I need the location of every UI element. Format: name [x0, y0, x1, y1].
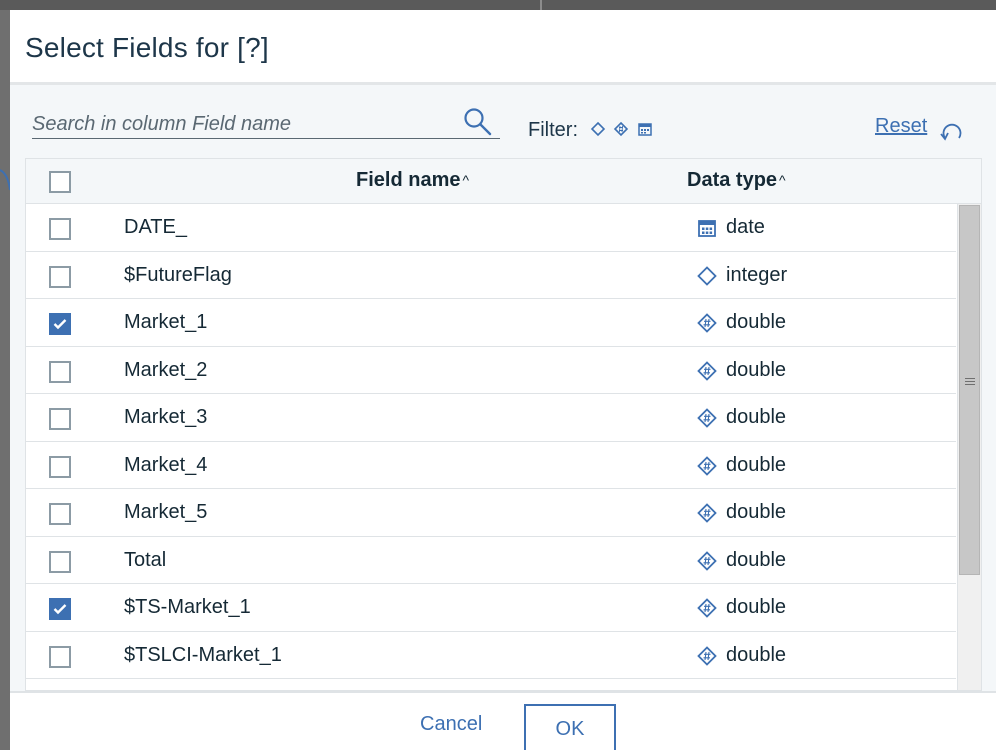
- date-filter-icon[interactable]: [637, 121, 653, 137]
- column-header-field-name-label: Field name: [356, 169, 461, 191]
- search-icon[interactable]: [462, 107, 494, 137]
- row-checkbox[interactable]: [49, 503, 71, 525]
- filter-label: Filter:: [528, 119, 578, 141]
- scrollbar-thumb[interactable]: [959, 205, 980, 575]
- reset-icon[interactable]: [939, 119, 965, 143]
- table-row[interactable]: $TSLCI-Market_1 double: [26, 631, 956, 679]
- select-all-checkbox[interactable]: [49, 171, 71, 193]
- data-type-cell: double: [726, 358, 787, 381]
- double-type-icon: [697, 455, 717, 476]
- data-type-cell: double: [726, 501, 787, 523]
- sort-ascending-icon: ^: [779, 172, 786, 188]
- background-app: [0, 0, 996, 10]
- double-type-icon: [697, 360, 717, 381]
- table-row[interactable]: Market_5 double: [26, 489, 956, 537]
- double-type-icon: [697, 313, 717, 333]
- cancel-button[interactable]: Cancel: [420, 713, 482, 736]
- table-row[interactable]: $FutureFlag integer: [26, 251, 956, 299]
- data-type-cell: double: [726, 643, 787, 666]
- double-type-icon: [697, 503, 717, 523]
- dialog-footer: Cancel OK: [10, 693, 996, 750]
- select-fields-dialog: Select Fields for [?] Filter: Reset: [10, 10, 996, 750]
- search-input[interactable]: [32, 111, 452, 137]
- row-checkbox[interactable]: [49, 645, 71, 668]
- data-type-cell: double: [726, 548, 787, 571]
- row-checkbox[interactable]: [49, 218, 71, 240]
- background-divider: [540, 0, 542, 10]
- vertical-scrollbar[interactable]: [957, 204, 981, 690]
- field-name-cell: Market_4: [124, 453, 208, 476]
- fields-table: Field name ^ Data type ^ DATE_ date $FutureF…: [25, 158, 982, 691]
- data-type-cell: integer: [726, 263, 788, 286]
- data-type-cell: double: [726, 311, 787, 333]
- field-name-cell: $TS-Market_1: [124, 596, 251, 618]
- field-name-cell: Total: [124, 548, 167, 571]
- integer-type-icon: [697, 265, 717, 286]
- column-header-data-type[interactable]: Data type ^: [687, 169, 786, 192]
- sort-ascending-icon: ^: [462, 172, 470, 188]
- field-name-cell: Market_3: [124, 406, 208, 428]
- data-type-cell: date: [726, 216, 765, 238]
- table-row[interactable]: Market_2 double: [26, 346, 956, 394]
- row-checkbox[interactable]: [49, 598, 71, 620]
- table-header: Field name ^ Data type ^: [26, 159, 981, 204]
- table-row[interactable]: Market_3 double: [26, 394, 956, 442]
- field-name-cell: $FutureFlag: [124, 263, 232, 286]
- table-row[interactable]: Market_1 double: [26, 299, 956, 347]
- double-type-icon: [697, 598, 717, 618]
- field-name-cell: Market_5: [124, 501, 208, 523]
- dialog-title: Select Fields for [?]: [25, 32, 269, 63]
- data-type-cell: double: [726, 453, 787, 476]
- row-checkbox[interactable]: [49, 360, 71, 383]
- table-row[interactable]: $TS-Market_1 double: [26, 584, 956, 632]
- double-type-icon: [697, 408, 717, 428]
- double-type-icon: [697, 645, 717, 666]
- data-type-cell: double: [726, 596, 787, 618]
- scrollbar-grip: [965, 378, 975, 379]
- scrollbar-grip: [965, 381, 975, 382]
- double-type-icon: [697, 550, 717, 571]
- reset-link[interactable]: Reset: [875, 115, 927, 138]
- column-header-field-name[interactable]: Field name ^: [356, 169, 469, 192]
- row-checkbox[interactable]: [49, 408, 71, 430]
- integer-filter-icon[interactable]: [590, 121, 606, 137]
- search-field: [32, 108, 500, 139]
- field-name-cell: DATE_: [124, 216, 187, 238]
- row-checkbox[interactable]: [49, 313, 71, 335]
- column-header-data-type-label: Data type: [687, 169, 778, 191]
- field-name-cell: Market_1: [124, 311, 208, 333]
- ok-button[interactable]: OK: [524, 704, 616, 750]
- data-type-cell: double: [726, 406, 787, 428]
- field-name-cell: $TSLCI-Market_1: [124, 643, 282, 666]
- table-row[interactable]: DATE_ date: [26, 204, 956, 252]
- double-filter-icon[interactable]: [613, 121, 629, 137]
- field-name-cell: Market_2: [124, 358, 208, 381]
- table-row[interactable]: Total double: [26, 536, 956, 584]
- row-checkbox[interactable]: [49, 550, 71, 573]
- table-row[interactable]: Market_4 double: [26, 441, 956, 489]
- row-checkbox[interactable]: [49, 455, 71, 478]
- date-type-icon: [698, 220, 716, 237]
- dialog-content: Filter: Reset Field name^: [10, 85, 996, 691]
- row-checkbox[interactable]: [49, 265, 71, 288]
- table-body: DATE_ date $FutureFlag integer Market_1 doubl…: [26, 204, 956, 679]
- scrollbar-grip: [965, 384, 975, 385]
